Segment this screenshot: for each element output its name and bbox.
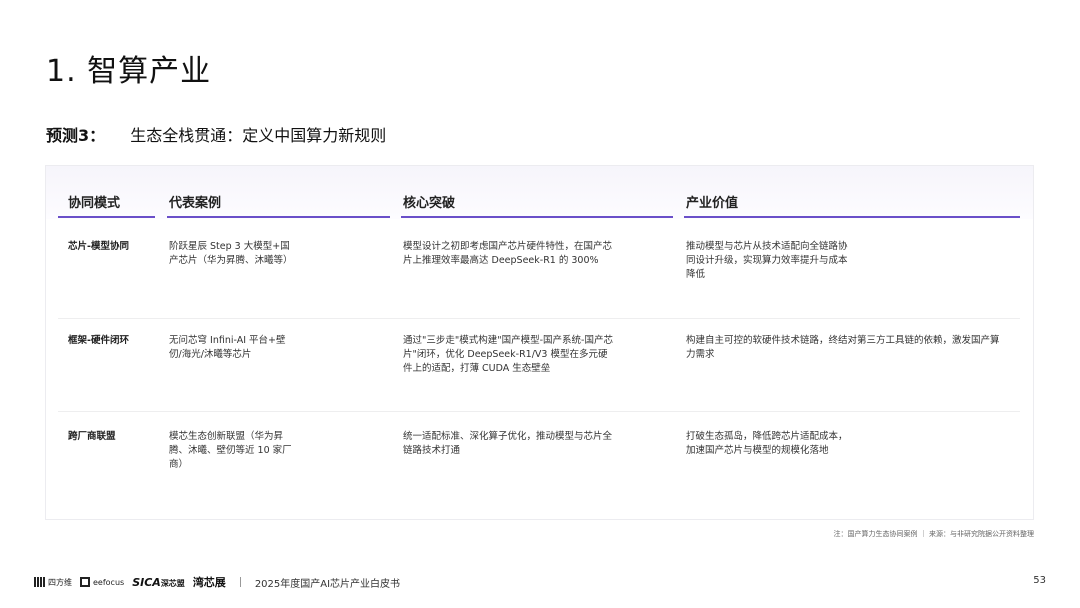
header-underline bbox=[167, 216, 390, 218]
footer-divider bbox=[239, 577, 241, 587]
square-logo-icon bbox=[80, 577, 90, 587]
row-divider bbox=[58, 411, 1020, 412]
source-note: 注：国产算力生态协同案例 ｜ 来源：与非研究院据公开资料整理 bbox=[833, 530, 1034, 538]
page-number: 53 bbox=[1033, 575, 1046, 586]
row-value: 构建自主可控的软硬件技术链路，终结对第三方工具链的依赖，激发国产算力需求 bbox=[686, 335, 1000, 360]
sica-logo: SICA深芯盟 bbox=[132, 575, 185, 589]
row-mode: 芯片-模型协同 bbox=[68, 241, 129, 252]
footer-title: 2025年度国产AI芯片产业白皮书 bbox=[254, 578, 401, 590]
row-case: 阶跃星辰 Step 3 大模型+国产芯片（华为昇腾、沐曦等） bbox=[169, 241, 293, 266]
eefocus-logo: eefocus bbox=[80, 577, 124, 587]
header-mode: 协同模式 bbox=[68, 196, 121, 211]
row-mode: 框架-硬件闭环 bbox=[68, 335, 129, 346]
row-breakthrough: 统一适配标准、深化算子优化，推动模型与芯片全链路技术打通 bbox=[403, 431, 613, 456]
row-case: 无问芯穹 Infini-AI 平台+壁仞/海光/沐曦等芯片 bbox=[169, 335, 286, 360]
page-title: 1. 智算产业 bbox=[46, 54, 212, 89]
sifangwei-logo: 四方维 bbox=[34, 577, 72, 588]
row-value: 推动模型与芯片从技术适配向全链路协同设计升级，实现算力效率提升与成本降低 bbox=[686, 241, 848, 280]
header-underline bbox=[684, 216, 1020, 218]
subtitle-label: 预测3： bbox=[46, 126, 106, 145]
header-underline bbox=[401, 216, 673, 218]
ecosystem-table: 协同模式 代表案例 核心突破 产业价值 芯片-模型协同 阶跃星辰 Step 3 … bbox=[45, 165, 1034, 520]
bars-logo-icon bbox=[34, 577, 45, 587]
row-mode: 跨厂商联盟 bbox=[68, 431, 116, 442]
table-header: 协同模式 代表案例 核心突破 产业价值 bbox=[46, 166, 1033, 219]
header-value: 产业价值 bbox=[686, 196, 739, 211]
footer-logos: 四方维 eefocus SICA深芯盟 湾芯展 2025年度国产AI芯片产业白皮… bbox=[34, 574, 400, 590]
row-breakthrough: 模型设计之初即考虑国产芯片硬件特性，在国产芯片上推理效率最高达 DeepSeek… bbox=[403, 241, 613, 266]
row-case: 模芯生态创新联盟（华为昇腾、沐曦、壁仞等近 10 家厂商） bbox=[169, 431, 292, 470]
header-case: 代表案例 bbox=[169, 196, 222, 211]
row-breakthrough: 通过"三步走"模式构建"国产模型-国产系统-国产芯片"闭环，优化 DeepSee… bbox=[403, 335, 613, 374]
header-underline bbox=[58, 216, 155, 218]
subtitle-text: 生态全栈贯通：定义中国算力新规则 bbox=[130, 126, 387, 145]
row-divider bbox=[58, 318, 1020, 319]
header-breakthrough: 核心突破 bbox=[403, 196, 456, 211]
row-value: 打破生态孤岛，降低跨芯片适配成本，加速国产芯片与模型的规模化落地 bbox=[686, 431, 848, 456]
wanxinzhan-logo: 湾芯展 bbox=[192, 576, 226, 589]
section-subtitle: 预测3： 生态全栈贯通：定义中国算力新规则 bbox=[46, 122, 386, 146]
footer: 四方维 eefocus SICA深芯盟 湾芯展 2025年度国产AI芯片产业白皮… bbox=[34, 574, 1046, 592]
